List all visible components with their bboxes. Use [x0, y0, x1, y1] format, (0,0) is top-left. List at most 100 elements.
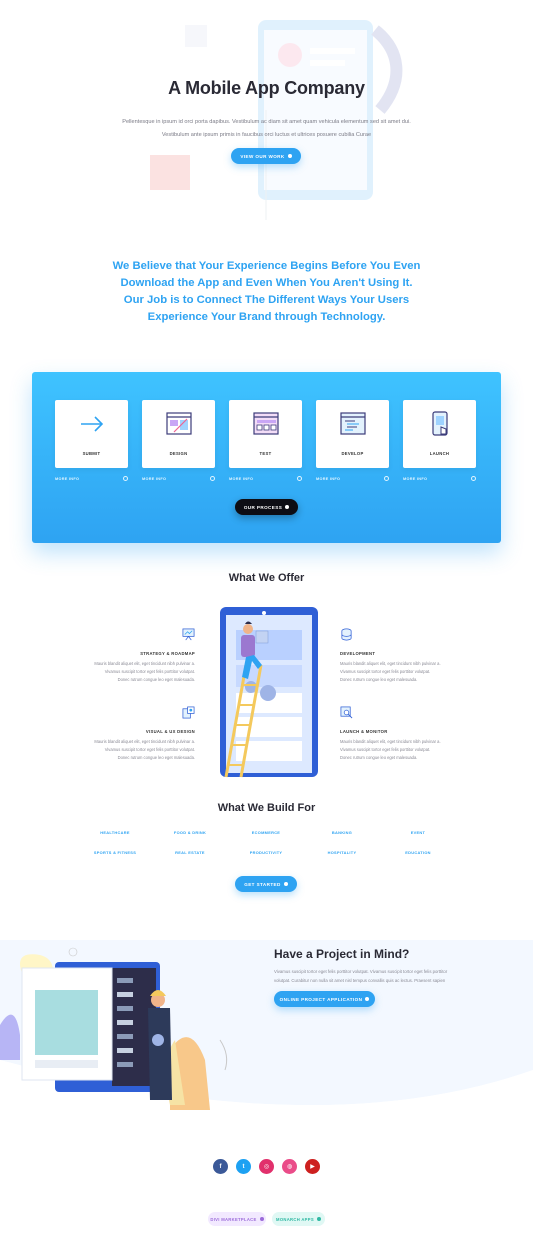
offer-item-title: Visual & UX Design	[145, 729, 195, 734]
more-info-label: More Info	[142, 476, 167, 481]
hero-description: Pellentesque in ipsum id orci porta dapi…	[60, 116, 473, 142]
offer-launch-monitor: Launch & Monitor Mauris blandit aliquet …	[340, 706, 450, 761]
our-process-label: Our Process	[243, 504, 283, 510]
tag-banking[interactable]: Banking	[302, 830, 382, 835]
dribbble-glyph: ◍	[286, 1164, 293, 1170]
project-description-line: Vivamus suscipit tortor eget felis portt…	[274, 969, 448, 974]
more-info-link[interactable]: More Info	[316, 476, 389, 481]
more-info-label: More Info	[403, 476, 428, 481]
process-section: Submit More Info Design More Info	[32, 372, 501, 543]
project-description: Vivamus suscipit tortor eget felis portt…	[274, 968, 484, 985]
instagram-icon[interactable]: ◎	[259, 1159, 274, 1174]
tag-ecommerce[interactable]: Ecommerce	[226, 830, 306, 835]
tag-real-estate[interactable]: Real Estate	[150, 850, 230, 855]
get-started-button[interactable]: Get Started	[235, 876, 297, 892]
offer-visual-ux-design: Visual & UX Design Mauris blandit alique…	[85, 706, 195, 761]
hero-description-line-2: Vestibulum ante ipsum primis in faucibus…	[161, 132, 372, 138]
tag-hospitality[interactable]: Hospitality	[302, 850, 382, 855]
offer-text-line: Donec rutrum congue leo eget malesuada.	[117, 676, 195, 682]
chevron-right-icon	[259, 1217, 264, 1221]
youtube-icon[interactable]: ▶	[305, 1159, 320, 1174]
project-illustration	[0, 940, 533, 1115]
youtube-glyph: ▶	[310, 1164, 315, 1170]
process-step-launch: Launch More Info	[403, 400, 476, 481]
process-step-test: Test More Info	[229, 400, 302, 481]
offer-item-text: Mauris blandit aliquet elit, eget tincid…	[85, 660, 195, 683]
dribbble-icon[interactable]: ◍	[282, 1159, 297, 1174]
test-window-icon	[253, 412, 279, 435]
offer-text-line: Mauris blandit aliquet elit, eget tincid…	[94, 739, 195, 744]
offer-item-text: Mauris blandit aliquet elit, eget tincid…	[340, 660, 450, 683]
process-step-label: Develop	[341, 451, 364, 456]
process-card[interactable]: Launch	[403, 400, 476, 468]
chevron-right-icon	[285, 505, 290, 509]
chevron-right-icon	[365, 997, 370, 1001]
offer-text-line: Donec rutrum congue leo eget malesuada.	[340, 676, 418, 682]
build-title: What We Build For	[217, 802, 316, 814]
process-card[interactable]: Submit	[55, 400, 128, 468]
more-info-label: More Info	[316, 476, 341, 481]
online-project-application-button[interactable]: Online Project Application	[274, 991, 375, 1007]
our-process-button[interactable]: Our Process	[235, 499, 298, 515]
database-icon	[341, 628, 352, 641]
tag-sports-fitness[interactable]: Sports & Fitness	[75, 850, 155, 855]
circle-arrow-icon	[210, 476, 215, 481]
offer-text-line: Mauris blandit aliquet elit, eget tincid…	[340, 739, 441, 744]
hero-title: A Mobile App Company	[168, 78, 365, 98]
offer-text-line: Donec rutrum congue leo eget malesuada.	[340, 754, 418, 760]
monitor-search-icon	[340, 706, 353, 719]
process-card[interactable]: Develop	[316, 400, 389, 468]
offer-development: Development Mauris blandit aliquet elit,…	[340, 628, 450, 683]
more-info-link[interactable]: More Info	[142, 476, 215, 481]
process-card[interactable]: Test	[229, 400, 302, 468]
phone-tap-icon	[432, 411, 448, 436]
facebook-icon[interactable]: f	[213, 1159, 228, 1174]
instagram-glyph: ◎	[263, 1164, 270, 1170]
offer-text-line: Vivamus suscipit tortor eget felis portt…	[104, 668, 195, 674]
monarch-apps-button[interactable]: Monarch Apps	[272, 1212, 325, 1226]
offer-item-title: Launch & Monitor	[340, 729, 388, 734]
design-window-icon	[166, 412, 192, 435]
process-card[interactable]: Design	[142, 400, 215, 468]
hero-background-illustration	[150, 20, 403, 220]
tag-food-drink[interactable]: Food & Drink	[150, 830, 230, 835]
believe-statement: We Believe that Your Experience Begins B…	[112, 260, 421, 323]
offer-strategy-roadmap: Strategy & Roadmap Mauris blandit alique…	[85, 628, 195, 683]
divi-marketplace-button[interactable]: Divi Marketplace	[208, 1212, 266, 1226]
tag-event[interactable]: Event	[378, 830, 458, 835]
tag-productivity[interactable]: Productivity	[226, 850, 306, 855]
view-our-work-button[interactable]: View Our Work	[231, 148, 301, 164]
process-step-label: Submit	[82, 451, 101, 456]
offer-title: What We Offer	[228, 572, 305, 584]
get-started-label: Get Started	[244, 881, 281, 887]
process-step-label: Launch	[429, 451, 450, 456]
process-step-label: Test	[259, 451, 272, 456]
more-info-link[interactable]: More Info	[55, 476, 128, 481]
online-project-application-label: Online Project Application	[279, 996, 363, 1002]
offer-item-title: Strategy & Roadmap	[140, 651, 195, 656]
offer-text-line: Donec rutrum congue leo eget malesuada.	[117, 754, 195, 760]
chevron-right-icon	[316, 1217, 321, 1221]
facebook-glyph: f	[219, 1163, 222, 1170]
more-info-link[interactable]: More Info	[403, 476, 476, 481]
chevron-right-icon	[287, 154, 292, 158]
monarch-apps-label: Monarch Apps	[276, 1216, 314, 1222]
offer-text-line: Vivamus suscipit tortor eget felis portt…	[340, 668, 431, 674]
process-step-submit: Submit More Info	[55, 400, 128, 481]
twitter-icon[interactable]: t	[236, 1159, 251, 1174]
more-info-label: More Info	[55, 476, 80, 481]
offer-item-text: Mauris blandit aliquet elit, eget tincid…	[85, 738, 195, 761]
process-step-design: Design More Info	[142, 400, 215, 481]
circle-arrow-icon	[123, 476, 128, 481]
offer-item-title: Development	[340, 651, 376, 656]
more-info-link[interactable]: More Info	[229, 476, 302, 481]
circle-arrow-icon	[297, 476, 302, 481]
process-step-label: Design	[169, 451, 188, 456]
chevron-right-icon	[283, 882, 288, 886]
view-our-work-label: View Our Work	[240, 153, 285, 159]
arrow-right-icon	[81, 416, 104, 432]
project-description-line: volutpat. Curabitur non nulla sit amet n…	[274, 977, 446, 983]
offer-text-line: Mauris blandit aliquet elit, eget tincid…	[94, 661, 195, 666]
tag-education[interactable]: Education	[378, 850, 458, 855]
tag-healthcare[interactable]: Healthcare	[75, 830, 155, 835]
